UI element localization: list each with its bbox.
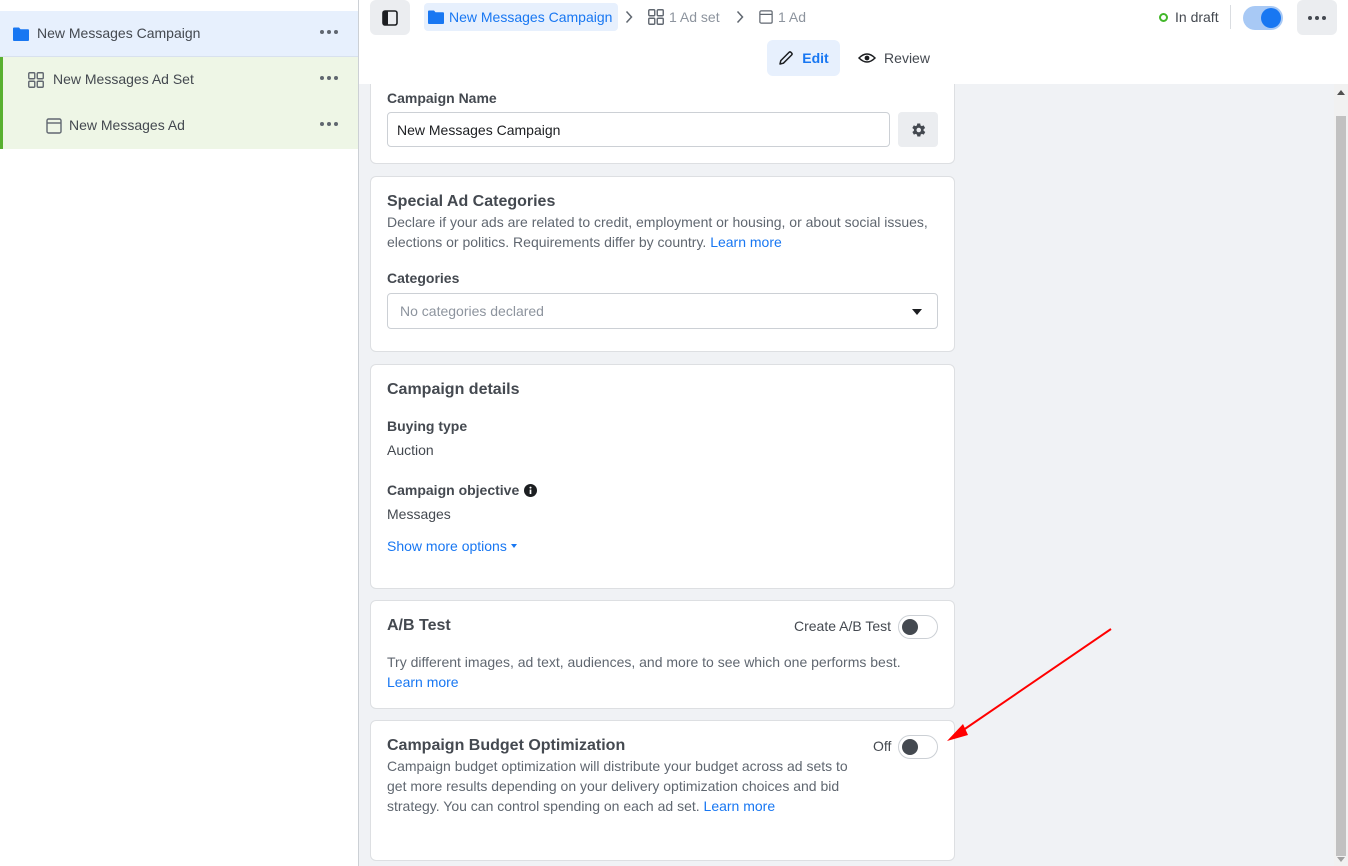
campaign-budget-optimization-card: Campaign Budget Optimization Off Campaig… — [370, 720, 955, 861]
grid-icon — [28, 72, 44, 88]
ab-test-title: A/B Test — [387, 617, 451, 634]
status-label: In draft — [1175, 9, 1219, 25]
learn-more-link[interactable]: Learn more — [387, 674, 459, 690]
description-text: Campaign budget optimization will distri… — [387, 758, 848, 814]
campaign-name-input[interactable]: New Messages Campaign — [387, 112, 890, 147]
cbo-toggle[interactable] — [898, 735, 938, 759]
name-settings-button[interactable] — [898, 112, 938, 147]
categories-dropdown[interactable]: No categories declared — [387, 293, 938, 329]
campaign-editor-content: Campaign Name New Messages Campaign Spec… — [359, 84, 1334, 866]
campaign-objective-value: Messages — [387, 506, 451, 522]
scrollbar-thumb[interactable] — [1336, 116, 1346, 856]
more-options-icon[interactable] — [320, 30, 338, 36]
draft-status-dot — [1159, 12, 1168, 22]
tree-item-campaign[interactable]: New Messages Campaign — [0, 11, 358, 57]
tree-item-label: New Messages Campaign — [37, 25, 201, 41]
learn-more-link[interactable]: Learn more — [704, 798, 776, 814]
scroll-up-arrow-icon[interactable] — [1337, 90, 1345, 95]
grid-icon — [648, 9, 664, 25]
breadcrumb-ad-set-label: 1 Ad set — [669, 9, 720, 25]
toggle-knob — [902, 739, 918, 755]
description-text: Try different images, ad text, audiences… — [387, 654, 901, 670]
tree-item-ad[interactable]: New Messages Ad — [0, 103, 358, 149]
scrollbar[interactable] — [1334, 84, 1348, 866]
tree-item-label: New Messages Ad — [69, 117, 185, 133]
sidebar-panel-icon — [382, 10, 398, 26]
tab-review-label: Review — [884, 50, 930, 66]
pencil-icon — [779, 51, 794, 65]
more-actions-button[interactable] — [1297, 0, 1337, 35]
campaign-on-off-toggle[interactable] — [1243, 6, 1283, 30]
categories-label: Categories — [387, 270, 460, 286]
buying-type-value: Auction — [387, 442, 434, 458]
divider — [1230, 5, 1231, 29]
eye-icon — [858, 53, 877, 63]
toggle-knob — [1261, 8, 1281, 28]
tree-item-ad-set[interactable]: New Messages Ad Set — [0, 57, 358, 103]
caret-down-icon — [510, 544, 517, 548]
red-annotation-arrow-icon — [947, 628, 1112, 741]
breadcrumb-campaign[interactable]: New Messages Campaign — [424, 3, 619, 31]
learn-more-link[interactable]: Learn more — [710, 234, 782, 250]
scroll-down-arrow-icon[interactable] — [1337, 857, 1345, 862]
tree-item-label: New Messages Ad Set — [53, 71, 194, 87]
campaign-details-card: Campaign details Buying type Auction Cam… — [370, 364, 955, 589]
cbo-description: Campaign budget optimization will distri… — [387, 756, 865, 816]
breadcrumb-campaign-label: New Messages Campaign — [449, 9, 613, 25]
toggle-knob — [902, 619, 918, 635]
tab-edit[interactable]: Edit — [767, 40, 840, 76]
more-options-icon[interactable] — [320, 76, 338, 82]
chevron-right-icon — [625, 10, 633, 24]
folder-icon — [13, 27, 29, 41]
special-ad-categories-card: Special Ad Categories Declare if your ad… — [370, 176, 955, 352]
create-ab-test-label: Create A/B Test — [794, 618, 892, 634]
description-text: Declare if your ads are related to credi… — [387, 214, 928, 250]
campaign-tree-sidebar: New Messages Campaign New Messages Ad Se… — [0, 0, 359, 866]
tab-review[interactable]: Review — [854, 40, 934, 76]
sidebar-toggle-button[interactable] — [370, 0, 410, 35]
categories-placeholder: No categories declared — [400, 303, 544, 319]
special-ad-categories-description: Declare if your ads are related to credi… — [387, 212, 940, 252]
cbo-title: Campaign Budget Optimization — [387, 737, 626, 754]
tab-edit-label: Edit — [802, 50, 829, 66]
buying-type-label: Buying type — [387, 418, 468, 434]
top-bar: New Messages Campaign 1 Ad set 1 Ad In d… — [359, 0, 1348, 84]
breadcrumb-ad[interactable]: 1 Ad — [759, 9, 806, 25]
campaign-details-title: Campaign details — [387, 381, 520, 398]
create-ab-test-toggle[interactable] — [898, 615, 938, 639]
ad-icon — [46, 118, 62, 134]
status-indicator: In draft — [1159, 9, 1219, 25]
campaign-name-value: New Messages Campaign — [397, 121, 561, 138]
cbo-toggle-label: Off — [873, 738, 892, 754]
special-ad-categories-title: Special Ad Categories — [387, 193, 556, 210]
show-more-options-label: Show more options — [387, 538, 507, 554]
campaign-name-label: Campaign Name — [387, 90, 497, 106]
more-options-icon[interactable] — [320, 122, 338, 128]
gear-icon — [912, 122, 926, 137]
ad-icon — [759, 10, 773, 24]
chevron-right-icon — [736, 10, 744, 24]
show-more-options-link[interactable]: Show more options — [387, 538, 517, 554]
breadcrumb-ad-label: 1 Ad — [778, 9, 807, 25]
campaign-objective-heading: Campaign objective — [387, 482, 538, 498]
info-icon[interactable] — [524, 483, 538, 497]
campaign-name-card: Campaign Name New Messages Campaign — [370, 84, 955, 164]
folder-icon — [428, 10, 444, 24]
caret-down-icon — [912, 309, 922, 315]
ab-test-description: Try different images, ad text, audiences… — [387, 652, 940, 692]
breadcrumb-ad-set[interactable]: 1 Ad set — [648, 9, 720, 25]
ab-test-card: A/B Test Create A/B Test Try different i… — [370, 600, 955, 709]
campaign-objective-label: Campaign objective — [387, 482, 520, 498]
